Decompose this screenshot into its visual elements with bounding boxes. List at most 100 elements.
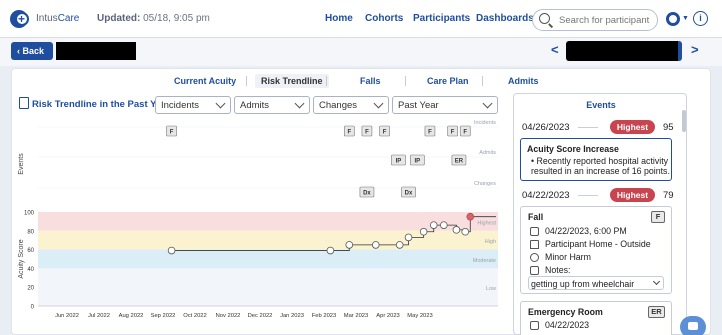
tab-admits[interactable]: Admits — [508, 76, 539, 86]
admits-select[interactable]: Admits — [234, 96, 310, 114]
intuscare-logo[interactable]: + — [10, 10, 32, 28]
severity-icon — [530, 253, 539, 262]
incidents-select[interactable]: Incidents — [155, 96, 231, 114]
notes-icon — [530, 266, 539, 275]
event-marker-label: ER — [455, 159, 464, 165]
event-marker-label: F — [451, 130, 455, 136]
band-low — [38, 268, 498, 306]
participant-name-redacted — [56, 42, 136, 60]
nav-cohorts[interactable]: Cohorts — [365, 13, 403, 24]
back-button[interactable]: ‹ Back — [11, 42, 53, 60]
gear-icon[interactable] — [666, 12, 680, 26]
tab-falls[interactable]: Falls — [360, 76, 381, 86]
band-label: Low — [486, 286, 496, 292]
events-axis-title: Events — [18, 153, 25, 175]
event-marker-label: F — [347, 130, 351, 136]
info-icon[interactable]: i — [693, 11, 708, 26]
acuity-point — [466, 212, 475, 221]
y-tick-label: 40 — [27, 267, 34, 273]
band-highest — [38, 212, 498, 231]
x-tick-label: Jun 2022 — [55, 313, 79, 319]
search-input[interactable] — [559, 13, 651, 27]
events-scrollbar[interactable] — [682, 110, 686, 132]
y-tick-label: 60 — [27, 248, 34, 254]
event-marker-label: F — [170, 130, 174, 136]
x-tick-label: Sep 2022 — [151, 313, 176, 319]
band-label: Highest — [477, 220, 496, 226]
changes-select[interactable]: Changes — [313, 96, 389, 114]
chevron-down-icon — [294, 98, 305, 109]
event-marker-label: F — [463, 130, 467, 136]
event-datetime: 04/22/2023 — [545, 320, 590, 330]
acuity-point — [452, 226, 461, 234]
card-title: Emergency Room — [528, 307, 603, 317]
x-tick-label: Jul 2022 — [88, 313, 110, 319]
tab-care-plan[interactable]: Care Plan — [427, 76, 469, 86]
divider — [578, 195, 598, 196]
next-participant-button[interactable]: > — [691, 42, 699, 57]
acuity-point — [440, 221, 448, 229]
calendar-icon — [530, 321, 539, 330]
acuity-point — [345, 241, 354, 249]
x-tick-label: May 2023 — [407, 313, 432, 319]
chevron-down-icon — [215, 98, 226, 109]
risk-trendline-title: Risk Trendline in the Past Year — [32, 99, 171, 110]
tab-separator — [482, 76, 483, 86]
time-range-select[interactable]: Past Year — [392, 96, 498, 114]
event-marker-label: IP — [415, 159, 421, 165]
prev-participant-button[interactable]: < — [551, 42, 559, 57]
acuity-badge: Highest — [610, 120, 655, 134]
event-row-label: Incidents — [474, 120, 496, 126]
search-icon — [539, 13, 550, 24]
band-label: High — [485, 239, 496, 245]
event-date: 04/26/2023 — [522, 122, 570, 133]
er-tag: ER — [648, 306, 665, 318]
x-tick-label: Nov 2022 — [216, 313, 241, 319]
band-high — [38, 230, 498, 250]
divider — [578, 127, 598, 128]
chevron-down-icon[interactable]: ▼ — [682, 15, 689, 22]
x-tick-label: Dec 2022 — [248, 313, 273, 319]
report-icon — [19, 97, 29, 109]
x-tick-label: Jan 2023 — [280, 313, 304, 319]
card-title: Fall — [528, 212, 544, 222]
nav-home[interactable]: Home — [325, 13, 353, 24]
event-date: 04/22/2023 — [522, 190, 570, 201]
tab-current-acuity[interactable]: Current Acuity — [174, 76, 236, 86]
event-datetime: 04/22/2023, 6:00 PM — [545, 226, 627, 236]
updated-timestamp: Updated: 05/18, 9:05 pm — [97, 13, 210, 24]
acuity-point — [461, 227, 470, 236]
event-row-label: Changes — [474, 181, 496, 187]
acuity-point — [371, 241, 380, 249]
chat-icon[interactable] — [680, 316, 706, 335]
y-axis-title: Acuity Score — [18, 239, 25, 278]
card-title: Acuity Score Increase — [527, 144, 619, 154]
event-marker-label: Dx — [405, 191, 413, 197]
acuity-point — [326, 246, 335, 255]
risk-trendline-chart: Highest High Moderate Low 0 20 40 60 80 100 Jun 20… — [18, 120, 498, 319]
nav-participants[interactable]: Participants — [413, 13, 470, 24]
acuity-point — [404, 233, 413, 242]
event-location: Participant Home - Outside — [545, 239, 651, 249]
acuity-point — [429, 221, 438, 229]
y-tick-label: 20 — [27, 286, 34, 292]
event-marker-label: IP — [396, 159, 402, 165]
x-tick-label: Feb 2023 — [312, 313, 337, 319]
tab-separator — [326, 76, 327, 86]
x-tick-label: Mar 2023 — [344, 313, 369, 319]
y-tick-label: 80 — [27, 229, 34, 235]
band-label: Moderate — [473, 258, 496, 264]
card-description: • Recently reported hospital activity re… — [531, 156, 670, 176]
participant-search[interactable] — [532, 9, 658, 31]
event-marker-label: F — [365, 130, 369, 136]
x-tick-label: Aug 2022 — [119, 313, 144, 319]
participant-select-redacted[interactable] — [566, 41, 682, 61]
event-severity: Minor Harm — [545, 252, 591, 262]
event-marker-label: F — [383, 130, 387, 136]
tab-separator — [246, 76, 247, 86]
tab-risk-trendline[interactable]: Risk Trendline — [255, 74, 329, 88]
nav-dashboards[interactable]: Dashboards — [476, 13, 534, 24]
y-tick-label: 100 — [24, 211, 35, 217]
acuity-score: 79 — [663, 190, 674, 201]
notes-label: Notes: — [545, 265, 571, 275]
